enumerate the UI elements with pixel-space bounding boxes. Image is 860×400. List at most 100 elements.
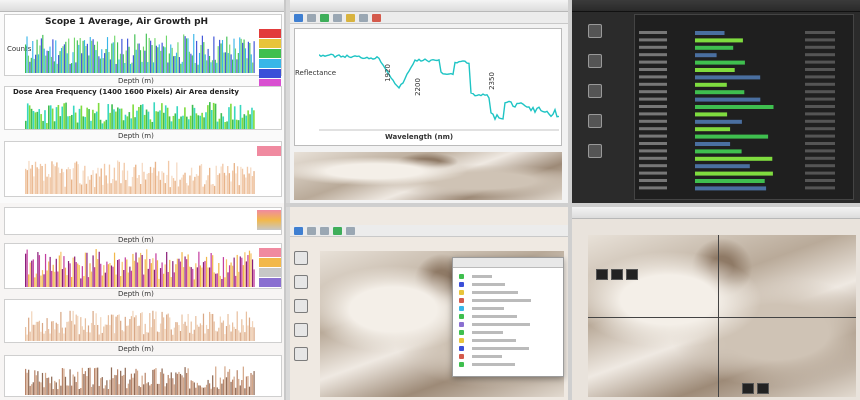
status-dot xyxy=(459,321,464,327)
chart-3-legend-swatch xyxy=(257,146,281,156)
histogram-bar xyxy=(58,55,60,73)
histogram-bar xyxy=(155,253,157,287)
histogram-bar xyxy=(164,264,166,287)
histogram-bar xyxy=(49,383,51,395)
histogram-bar xyxy=(247,255,249,287)
grid-icon[interactable] xyxy=(320,227,329,235)
dialog-row[interactable] xyxy=(453,296,563,304)
delete-icon[interactable] xyxy=(372,14,381,22)
select-tool-icon[interactable] xyxy=(294,251,308,265)
histogram-bar xyxy=(240,38,242,73)
histogram-bar xyxy=(243,39,245,73)
dialog-row[interactable] xyxy=(453,304,563,312)
row-label xyxy=(639,60,667,64)
histogram-bar xyxy=(77,315,79,341)
histogram-bar xyxy=(223,52,225,73)
chart-icon[interactable] xyxy=(588,54,602,68)
export-image-icon[interactable] xyxy=(742,383,754,394)
dialog-row[interactable] xyxy=(453,320,563,328)
histogram-bar xyxy=(209,311,211,341)
histogram-bar xyxy=(83,276,85,287)
dialog-row[interactable] xyxy=(453,360,563,368)
histogram-bar xyxy=(59,51,61,73)
histogram-bar xyxy=(172,115,175,129)
histogram-bar xyxy=(216,273,218,287)
histogram-bar xyxy=(150,327,152,341)
rotate-icon[interactable] xyxy=(626,269,638,280)
gear-icon[interactable] xyxy=(588,144,602,158)
annotate-icon[interactable] xyxy=(757,383,769,394)
dialog-row[interactable] xyxy=(453,352,563,360)
dialog-row[interactable] xyxy=(453,288,563,296)
save-tool-icon[interactable] xyxy=(294,347,308,361)
histogram-bar xyxy=(198,326,200,341)
zoom-out-icon[interactable] xyxy=(611,269,623,280)
dialog-row[interactable] xyxy=(453,336,563,344)
zoom-icon[interactable] xyxy=(320,14,329,22)
histogram-bar xyxy=(42,120,44,129)
histogram-bar xyxy=(218,327,220,341)
histogram-bar xyxy=(25,120,27,129)
info-tool-icon[interactable] xyxy=(294,323,308,337)
open-icon[interactable] xyxy=(294,14,303,22)
row-label xyxy=(639,105,667,108)
histogram-bar xyxy=(126,170,129,194)
camera-icon[interactable] xyxy=(588,114,602,128)
histogram-bar xyxy=(209,167,211,194)
histogram-bar xyxy=(71,276,73,287)
histogram-bar xyxy=(170,44,172,73)
histogram-bar xyxy=(251,107,253,129)
layers-icon[interactable] xyxy=(307,227,316,235)
bottom-middle-panel xyxy=(290,207,568,400)
row-label xyxy=(639,75,667,79)
histogram-bar xyxy=(103,121,106,129)
zoom-in-icon[interactable] xyxy=(596,269,608,280)
save-icon[interactable] xyxy=(307,14,316,22)
histogram-bar xyxy=(48,105,50,129)
histogram-bar xyxy=(117,260,119,287)
histogram-bar xyxy=(250,54,252,73)
document-icon[interactable] xyxy=(588,84,602,98)
histogram-bar xyxy=(40,275,42,287)
histogram-bar xyxy=(181,314,183,341)
histogram-bar xyxy=(57,323,59,341)
dialog-row[interactable] xyxy=(453,312,563,320)
histogram-bar xyxy=(149,313,151,341)
settings-icon[interactable] xyxy=(346,227,355,235)
sample-dialog[interactable] xyxy=(452,257,564,377)
histogram-bar xyxy=(251,321,254,341)
marker-icon[interactable] xyxy=(346,14,355,22)
home-icon[interactable] xyxy=(588,24,602,38)
dialog-row[interactable] xyxy=(453,280,563,288)
histogram-bar xyxy=(109,379,111,395)
dialog-row[interactable] xyxy=(453,328,563,336)
dialog-row[interactable] xyxy=(453,272,563,280)
export-icon[interactable] xyxy=(359,14,368,22)
histogram-bar xyxy=(100,317,102,341)
crop-tool-icon[interactable] xyxy=(294,299,308,313)
histogram-bar xyxy=(147,111,150,129)
histogram-bar xyxy=(89,367,91,395)
histogram-bar xyxy=(246,166,249,194)
histogram-bar xyxy=(220,166,222,194)
histogram-bar xyxy=(66,169,68,194)
histogram-bar xyxy=(238,378,240,395)
histogram-bar xyxy=(94,325,96,341)
histogram-bar xyxy=(187,254,189,287)
draw-tool-icon[interactable] xyxy=(294,275,308,289)
histogram-bar xyxy=(36,167,38,194)
histogram-bar xyxy=(75,314,77,341)
histogram-bar xyxy=(28,105,31,129)
histogram-bar xyxy=(95,367,97,395)
measure-icon[interactable] xyxy=(333,227,342,235)
histogram-bar xyxy=(146,383,148,395)
pan-icon[interactable] xyxy=(333,14,342,22)
histogram-bar xyxy=(144,259,146,287)
row-label xyxy=(639,68,667,71)
dialog-row[interactable] xyxy=(453,344,563,352)
histogram-bar xyxy=(184,321,186,341)
home-icon[interactable] xyxy=(294,227,303,235)
histogram-bar xyxy=(113,109,115,129)
histogram-bar xyxy=(66,53,68,73)
histogram-bar xyxy=(109,263,111,287)
